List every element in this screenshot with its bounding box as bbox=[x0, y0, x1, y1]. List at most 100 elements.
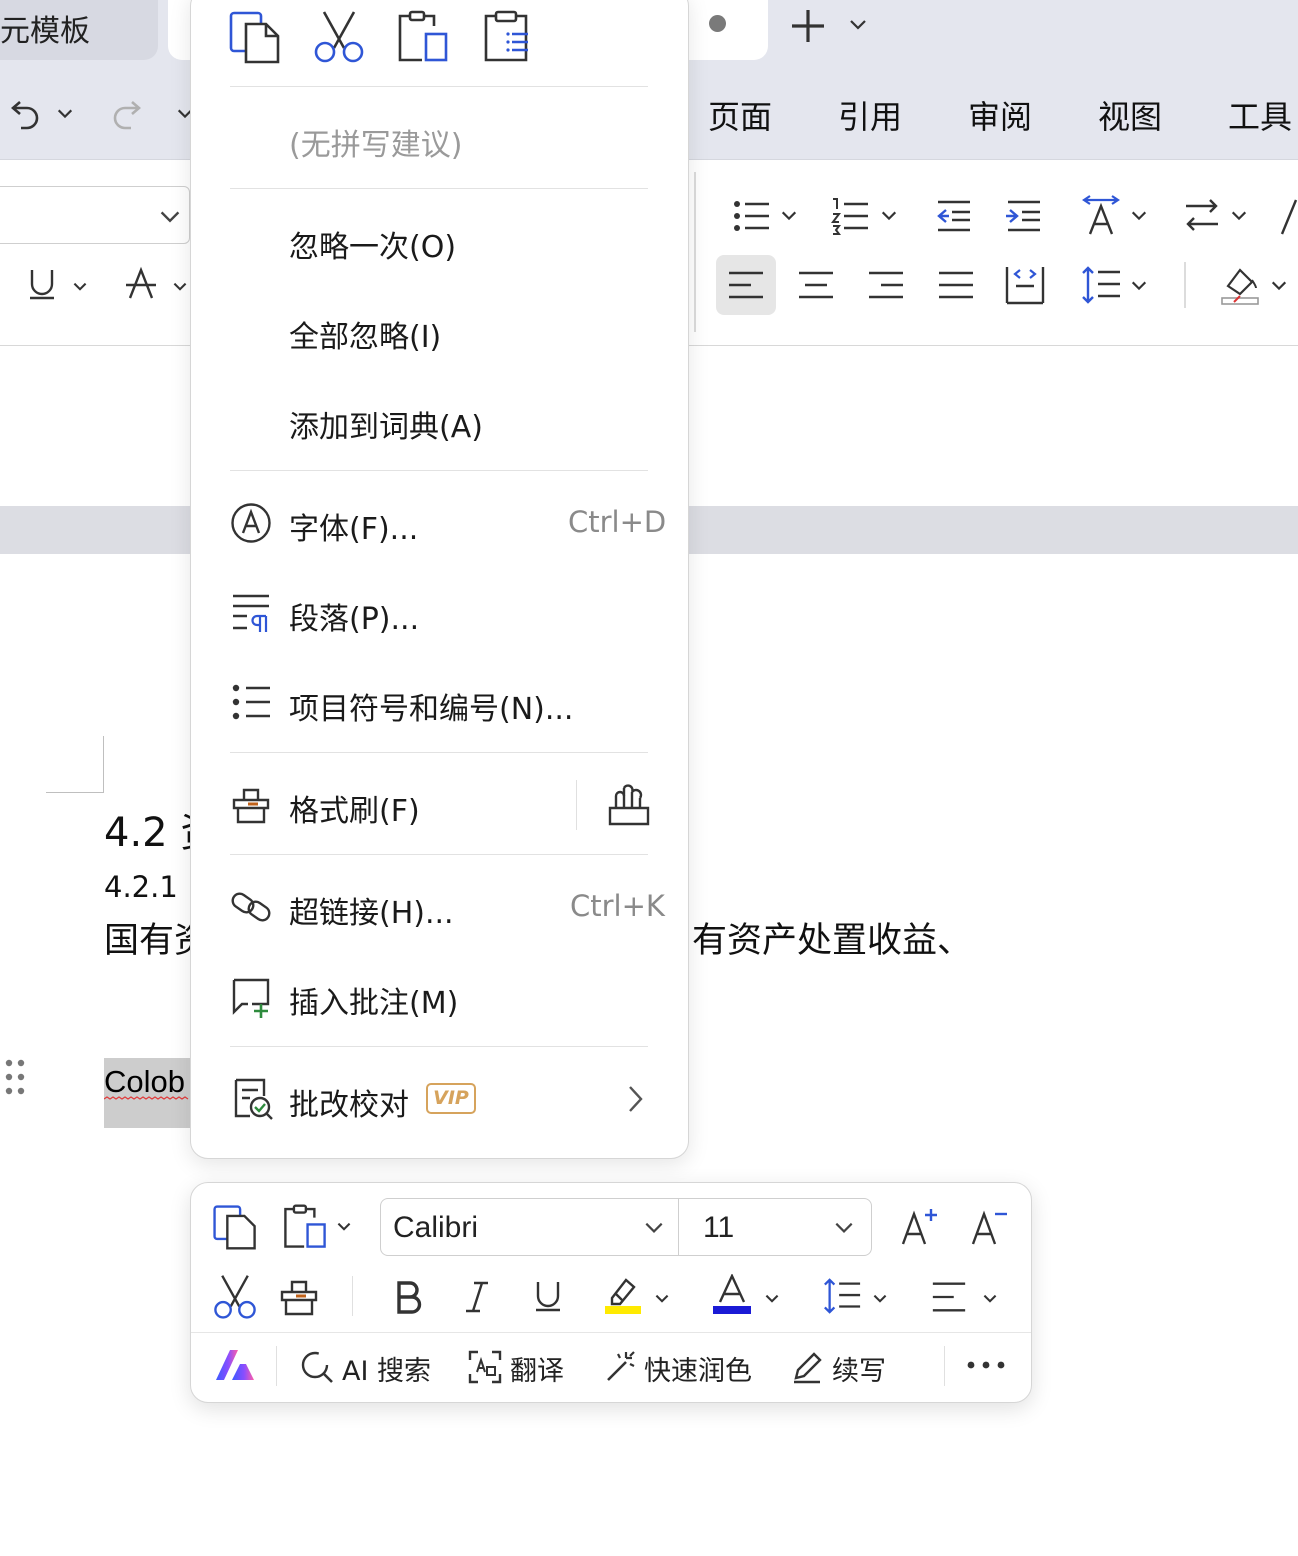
underline-icon[interactable] bbox=[26, 266, 58, 302]
shading-icon[interactable] bbox=[1220, 262, 1260, 306]
mini-font-name[interactable]: Calibri bbox=[393, 1211, 478, 1245]
continue-writing-button[interactable]: 续写 bbox=[832, 1349, 886, 1388]
bullets-numbering-item[interactable]: 项目符号和编号(N)... bbox=[289, 684, 573, 728]
align-center-icon[interactable] bbox=[796, 265, 836, 305]
strikethrough-icon[interactable] bbox=[124, 266, 158, 302]
translate-button[interactable]: 翻译 bbox=[510, 1349, 564, 1388]
line-spacing-icon[interactable] bbox=[822, 1276, 862, 1316]
font-color-chevron-icon[interactable] bbox=[764, 1290, 780, 1306]
bullets-numbering-icon bbox=[230, 682, 272, 724]
hyperlink-shortcut: Ctrl+K bbox=[570, 889, 665, 923]
distributed-align-icon[interactable] bbox=[1004, 264, 1046, 306]
menu-references[interactable]: 引用 bbox=[838, 92, 902, 138]
format-painter-icon bbox=[230, 784, 272, 826]
numbered-list-icon[interactable] bbox=[830, 196, 870, 236]
bullet-list-icon[interactable] bbox=[732, 196, 772, 236]
bold-icon[interactable] bbox=[394, 1280, 424, 1314]
hyperlink-item[interactable]: 超链接(H)... bbox=[289, 888, 454, 932]
ai-assistant-logo-icon[interactable] bbox=[214, 1348, 256, 1382]
underline-icon[interactable] bbox=[532, 1278, 564, 1314]
font-color-icon[interactable] bbox=[712, 1274, 752, 1316]
format-painter-icon[interactable] bbox=[278, 1276, 320, 1318]
cut-icon[interactable] bbox=[312, 10, 366, 64]
character-spacing-chevron-icon[interactable] bbox=[1130, 206, 1148, 224]
more-options-icon[interactable] bbox=[966, 1358, 1006, 1372]
cut-icon[interactable] bbox=[212, 1274, 258, 1320]
shading-chevron-icon[interactable] bbox=[1270, 276, 1288, 294]
paragraph-align-icon[interactable] bbox=[930, 1278, 968, 1316]
copy-icon[interactable] bbox=[228, 10, 282, 64]
chevron-down-icon[interactable] bbox=[848, 14, 868, 34]
text-direction-chevron-icon[interactable] bbox=[1230, 206, 1248, 224]
font-shortcut: Ctrl+D bbox=[568, 505, 667, 539]
shrink-font-icon[interactable] bbox=[970, 1206, 1010, 1246]
decrease-indent-icon[interactable] bbox=[934, 196, 974, 236]
menu-tools[interactable]: 工具 bbox=[1228, 92, 1292, 138]
body-paragraph-continued[interactable]: 有资产处置收益、 bbox=[692, 912, 972, 963]
format-painter-sticky-icon[interactable] bbox=[606, 782, 652, 828]
paste-special-icon[interactable] bbox=[482, 10, 536, 64]
paste-icon[interactable] bbox=[282, 1204, 328, 1250]
menu-page[interactable]: 页面 bbox=[708, 92, 772, 138]
font-name-chevron-icon[interactable] bbox=[642, 1216, 666, 1238]
increase-indent-icon[interactable] bbox=[1004, 196, 1044, 236]
paste-icon[interactable] bbox=[396, 10, 450, 64]
line-spacing-icon[interactable] bbox=[1080, 264, 1122, 306]
no-spelling-suggestions: (无拼写建议) bbox=[289, 128, 463, 163]
paragraph-icon bbox=[230, 592, 272, 634]
highlight-chevron-icon[interactable] bbox=[654, 1290, 670, 1306]
strikethrough-chevron-icon[interactable] bbox=[172, 278, 188, 294]
new-tab-plus-icon[interactable] bbox=[788, 6, 828, 46]
vip-badge: VIP bbox=[426, 1083, 476, 1114]
heading-3[interactable]: 4.2.1 bbox=[104, 870, 178, 904]
undo-dropdown-chevron-icon[interactable] bbox=[56, 104, 74, 122]
bullet-list-chevron-icon[interactable] bbox=[780, 206, 798, 224]
menu-split-divider bbox=[576, 780, 577, 830]
menu-view[interactable]: 视图 bbox=[1098, 92, 1162, 138]
quick-polish-button[interactable]: 快速润色 bbox=[644, 1349, 752, 1388]
translate-icon bbox=[468, 1350, 502, 1384]
format-painter-item[interactable]: 格式刷(F) bbox=[289, 786, 420, 830]
font-size-chevron-icon[interactable] bbox=[832, 1216, 856, 1238]
ignore-all-item[interactable]: 全部忽略(I) bbox=[289, 312, 441, 356]
toolbar-separator bbox=[191, 1332, 1031, 1333]
paste-chevron-icon[interactable] bbox=[336, 1218, 352, 1234]
ribbon-divider bbox=[694, 172, 696, 332]
mini-font-size[interactable]: 11 bbox=[703, 1211, 734, 1245]
toolbar-divider bbox=[276, 1346, 277, 1386]
ribbon-divider bbox=[1184, 262, 1186, 308]
font-combobox-chevron-icon[interactable] bbox=[158, 204, 182, 228]
insert-comment-item[interactable]: 插入批注(M) bbox=[289, 978, 458, 1022]
copy-icon[interactable] bbox=[212, 1204, 258, 1250]
unsaved-dot-icon bbox=[709, 15, 726, 32]
pen-edit-icon bbox=[790, 1350, 824, 1384]
undo-icon[interactable] bbox=[8, 94, 44, 130]
character-spacing-icon[interactable] bbox=[1080, 194, 1122, 236]
document-tab-label: 元模板 bbox=[0, 14, 90, 49]
redo-icon[interactable] bbox=[108, 94, 144, 130]
text-box-icon[interactable] bbox=[1280, 196, 1298, 236]
ignore-once-item[interactable]: 忽略一次(O) bbox=[289, 222, 456, 266]
selected-misspelled-word[interactable]: Colob bbox=[104, 1064, 185, 1100]
line-spacing-chevron-icon[interactable] bbox=[1130, 276, 1148, 294]
spelling-error-underline bbox=[104, 1096, 190, 1102]
text-direction-icon[interactable] bbox=[1182, 196, 1222, 236]
line-spacing-chevron-icon[interactable] bbox=[872, 1290, 888, 1306]
menu-separator bbox=[230, 854, 648, 855]
align-right-icon[interactable] bbox=[866, 265, 906, 305]
menu-review[interactable]: 审阅 bbox=[968, 92, 1032, 138]
justify-icon[interactable] bbox=[936, 265, 976, 305]
highlight-color-icon[interactable] bbox=[604, 1274, 644, 1316]
menu-separator bbox=[230, 752, 648, 753]
add-to-dictionary-item[interactable]: 添加到词典(A) bbox=[289, 402, 483, 446]
underline-chevron-icon[interactable] bbox=[72, 278, 88, 294]
ai-search-button[interactable]: AI 搜索 bbox=[342, 1349, 431, 1388]
paragraph-item[interactable]: 段落(P)... bbox=[289, 594, 419, 638]
italic-icon[interactable] bbox=[462, 1280, 492, 1314]
proofread-item[interactable]: 批改校对 bbox=[289, 1080, 409, 1124]
numbered-list-chevron-icon[interactable] bbox=[880, 206, 898, 224]
font-item[interactable]: 字体(F)... bbox=[289, 504, 418, 548]
block-drag-handle-icon[interactable] bbox=[4, 1058, 26, 1096]
paragraph-align-chevron-icon[interactable] bbox=[982, 1290, 998, 1306]
grow-font-icon[interactable] bbox=[900, 1206, 940, 1246]
